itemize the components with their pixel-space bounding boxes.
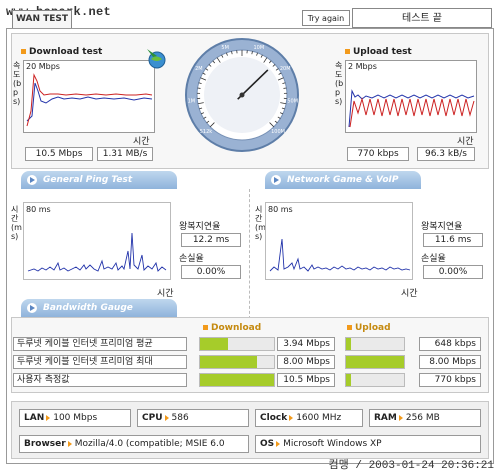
game-rtt-value: 11.6 ms xyxy=(423,233,483,247)
triangle-icon xyxy=(67,440,72,447)
download-bar-fill xyxy=(200,356,257,368)
download-ylabel: 속도(bps) xyxy=(13,61,22,106)
tab-general-ping[interactable]: General Ping Test xyxy=(21,171,177,189)
download-graph xyxy=(26,73,153,127)
ping-rtt-label: 왕복지연율 xyxy=(179,222,221,232)
gauge-tick-label: 5M xyxy=(221,45,229,51)
orange-square-icon xyxy=(345,49,350,54)
upload-value: 770 kbps xyxy=(419,373,481,387)
arrow-icon xyxy=(27,175,37,185)
download-value: 3.94 Mbps xyxy=(277,337,335,351)
download-bytes: 1.31 MB/s xyxy=(97,147,153,161)
gauge-tick-label: 512k xyxy=(200,129,213,135)
download-bar xyxy=(199,355,275,369)
cpu-info: CPU 586 xyxy=(137,409,249,427)
upload-bytes: 96.3 kB/s xyxy=(417,147,475,161)
upload-title: Upload test xyxy=(345,47,412,57)
game-loss-value: 0.00% xyxy=(423,265,483,279)
download-header: Download xyxy=(203,323,261,333)
main-frame: Download test 속도(bps) 20 Mbps 시간 10.5 Mb… xyxy=(6,28,494,464)
download-xlabel: 시간 xyxy=(133,137,150,147)
os-info: OS Microsoft Windows XP xyxy=(255,435,481,453)
game-plot: 80 ms xyxy=(265,202,413,280)
upload-bar xyxy=(345,337,405,351)
download-value: 8.00 Mbps xyxy=(277,355,335,369)
upload-value: 8.00 Mbps xyxy=(419,355,481,369)
orange-square-icon xyxy=(21,49,26,54)
upload-bar xyxy=(345,355,405,369)
tab-network-game[interactable]: Network Game & VoIP Test xyxy=(265,171,421,203)
try-again-button[interactable]: Try again xyxy=(302,10,350,26)
gauge-tick-label: 20M xyxy=(280,66,291,72)
upload-graph xyxy=(348,89,475,128)
browser-info: Browser Mozilla/4.0 (compatible; MSIE 6.0 xyxy=(19,435,249,453)
download-title: Download test xyxy=(21,47,102,57)
ping-graph xyxy=(27,232,167,272)
ping-loss-label: 손실율 xyxy=(179,254,204,264)
upload-bar xyxy=(345,373,405,387)
upload-plot: 2 Mbps xyxy=(345,60,477,133)
triangle-icon xyxy=(289,414,294,421)
arrow-icon xyxy=(271,175,281,185)
arrow-icon xyxy=(27,303,37,313)
gauge-tick-label: 100M xyxy=(271,129,285,135)
gauge-tick-label: 50M xyxy=(287,99,298,105)
orange-square-icon xyxy=(203,325,208,330)
upload-bar-fill xyxy=(346,374,352,386)
game-rtt-label: 왕복지연율 xyxy=(421,222,463,232)
upload-ylabel: 속도(bps) xyxy=(335,61,344,106)
download-bps: 10.5 Mbps xyxy=(25,147,93,161)
bandwidth-row-label: 두루넷 케이블 인터넷 프리미엄 최대 xyxy=(13,355,187,369)
download-bar-fill xyxy=(200,338,229,350)
triangle-icon xyxy=(276,440,281,447)
triangle-icon xyxy=(164,414,169,421)
gauge-tick-label: 10M xyxy=(254,45,265,51)
footer-watermark: 컴맹 / 2003-01-24 20:36:21 xyxy=(328,460,494,472)
download-value: 10.5 Mbps xyxy=(277,373,335,387)
clock-info: Clock 1600 MHz xyxy=(255,409,363,427)
upload-xlabel: 시간 xyxy=(457,137,474,147)
ping-plot: 80 ms xyxy=(23,202,171,280)
game-graph xyxy=(269,238,411,272)
game-loss-label: 손실율 xyxy=(421,254,446,264)
ping-xlabel: 시간 xyxy=(157,289,174,299)
ping-rtt-value: 12.2 ms xyxy=(181,233,241,247)
game-xlabel: 시간 xyxy=(401,289,418,299)
ram-info: RAM 256 MB xyxy=(369,409,481,427)
bandwidth-row-label: 사용자 측정값 xyxy=(13,373,187,387)
lan-info: LAN 100 Mbps xyxy=(19,409,131,427)
ping-divider xyxy=(249,189,250,319)
upload-bar-fill xyxy=(346,338,351,350)
triangle-icon xyxy=(398,414,403,421)
game-ylabel: 시간(ms) xyxy=(255,205,266,241)
ping-ylabel: 시간(ms) xyxy=(11,205,22,241)
globe-icon xyxy=(145,47,167,69)
orange-square-icon xyxy=(347,325,352,330)
download-bar xyxy=(199,373,275,387)
ping-loss-value: 0.00% xyxy=(181,265,241,279)
upload-header: Upload xyxy=(347,323,391,333)
upload-bar-fill xyxy=(346,356,404,368)
speed-gauge: 512k 1M 2M 5M 10M 20M 50M 100M xyxy=(183,33,301,161)
bandwidth-row-label: 두루넷 케이블 인터넷 프리미엄 평균 xyxy=(13,337,187,351)
gauge-tick-label: 2M xyxy=(195,66,203,72)
status-display: 테스트 끝 xyxy=(352,8,492,28)
tab-bandwidth-gauge[interactable]: Bandwidth Gauge xyxy=(21,299,177,317)
upload-bps: 770 kbps xyxy=(347,147,409,161)
triangle-icon xyxy=(46,414,51,421)
download-plot: 20 Mbps xyxy=(23,60,155,133)
tab-wan-test[interactable]: WAN TEST xyxy=(12,10,72,28)
gauge-tick-label: 1M xyxy=(188,99,196,105)
upload-value: 648 kbps xyxy=(419,337,481,351)
download-bar xyxy=(199,337,275,351)
download-bar-fill xyxy=(200,374,274,386)
